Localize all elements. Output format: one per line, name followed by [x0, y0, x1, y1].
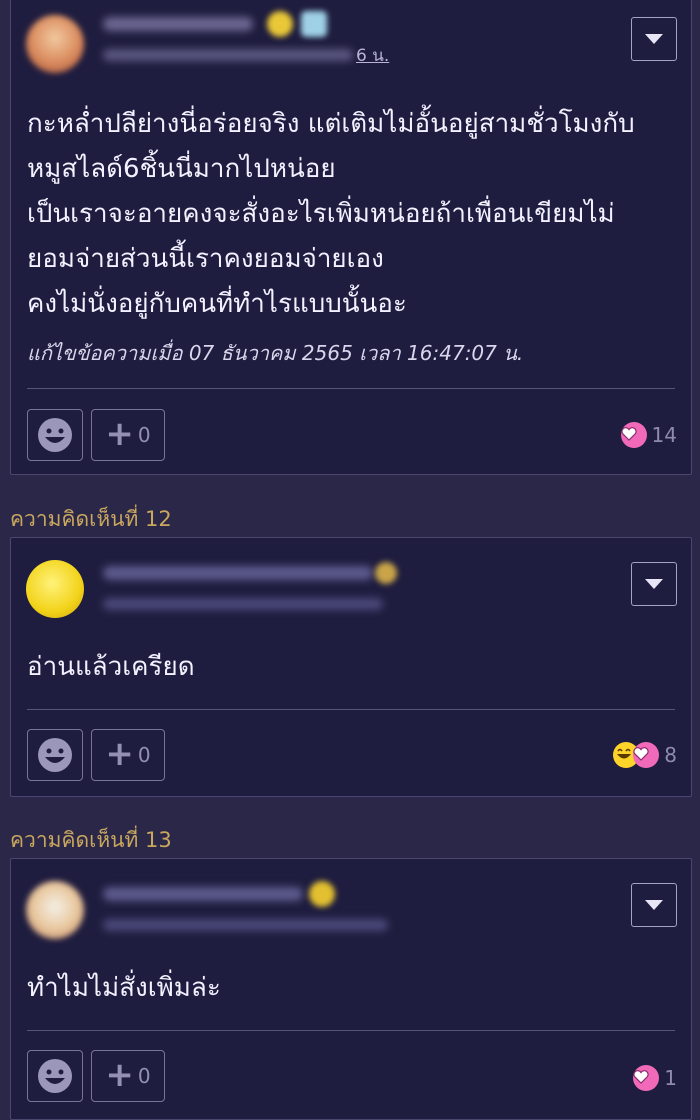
plus-count: 0	[137, 743, 151, 767]
author-name-blurred	[103, 887, 303, 901]
plus-vote-button[interactable]: + 0	[91, 729, 165, 781]
comment-number-label: ความคิดเห็นที่ 12	[10, 507, 172, 531]
reaction-summary[interactable]: 8	[613, 740, 677, 770]
comment-line: ยอมจ่ายส่วนนี้เราคงยอมจ่ายเอง	[27, 244, 384, 274]
comment-card: 6 น. กะหล่ำปลีย่างนี่อร่อยจริง แต่เติมไม…	[10, 0, 692, 475]
chevron-down-icon	[645, 34, 663, 44]
heart-icon	[633, 1065, 660, 1091]
timestamp-fragment: 6 น.	[356, 46, 390, 66]
plus-count: 0	[137, 423, 151, 447]
comment-body: อ่านแล้วเครียด	[27, 645, 675, 690]
author-name-blurred	[103, 17, 253, 31]
comment-body: ทำไมไม่สั่งเพิ่มล่ะ	[27, 966, 675, 1011]
comment-body: กะหล่ำปลีย่างนี่อร่อยจริง แต่เติมไม่อั้น…	[27, 102, 675, 327]
member-badge-icon	[309, 881, 335, 907]
smile-icon	[38, 418, 72, 452]
avatar[interactable]	[26, 15, 84, 73]
emoji-react-button[interactable]	[27, 1050, 83, 1102]
comment-number-label: ความคิดเห็นที่ 13	[10, 828, 172, 852]
comment-line: คงไม่นั่งอยู่กับคนที่ทำไรแบบนั้นอะ	[27, 289, 407, 319]
author-name-blurred	[103, 566, 373, 580]
comment-line: อ่านแล้วเครียด	[27, 652, 195, 682]
plus-count: 0	[137, 1064, 151, 1088]
comment-line: หมูสไลด์6ชิ้นนี่มากไปหน่อย	[27, 154, 336, 184]
emoji-react-button[interactable]	[27, 409, 83, 461]
plus-icon: +	[105, 1054, 134, 1095]
avatar[interactable]	[26, 560, 84, 618]
reaction-count: 1	[664, 1066, 677, 1090]
comment-card: ทำไมไม่สั่งเพิ่มล่ะ + 0 1	[10, 858, 692, 1120]
smile-icon	[38, 1059, 72, 1093]
smile-icon	[38, 738, 72, 772]
heart-icon	[633, 742, 660, 768]
comment-menu-button[interactable]	[631, 17, 677, 61]
member-badge-icon	[267, 11, 293, 37]
comment-line: เป็นเราจะอายคงจะสั่งอะไรเพิ่มหน่อยถ้าเพื…	[27, 199, 615, 229]
reaction-summary[interactable]: 1	[633, 1063, 677, 1093]
plus-icon: +	[105, 413, 134, 454]
reaction-count: 8	[664, 743, 677, 767]
comment-line: กะหล่ำปลีย่างนี่อร่อยจริง แต่เติมไม่อั้น…	[27, 109, 635, 139]
comment-menu-button[interactable]	[631, 562, 677, 606]
plus-vote-button[interactable]: + 0	[91, 409, 165, 461]
edited-note: แก้ไขข้อความเมื่อ 07 ธันวาคม 2565 เวลา 1…	[27, 341, 524, 365]
chevron-down-icon	[645, 579, 663, 589]
timestamp-blurred	[103, 919, 388, 931]
divider	[27, 709, 675, 710]
timestamp-blurred	[103, 49, 353, 61]
emoji-react-button[interactable]	[27, 729, 83, 781]
plus-icon: +	[105, 733, 134, 774]
member-badge-icon	[375, 562, 397, 584]
avatar[interactable]	[26, 881, 84, 939]
member-badge-icon	[301, 11, 327, 37]
heart-icon	[620, 422, 647, 448]
reaction-summary[interactable]: 14	[620, 420, 677, 450]
timestamp-blurred	[103, 598, 383, 610]
divider	[27, 1030, 675, 1031]
chevron-down-icon	[645, 900, 663, 910]
divider	[27, 388, 675, 389]
plus-vote-button[interactable]: + 0	[91, 1050, 165, 1102]
reaction-count: 14	[651, 423, 677, 447]
comment-line: ทำไมไม่สั่งเพิ่มล่ะ	[27, 973, 221, 1003]
comment-menu-button[interactable]	[631, 883, 677, 927]
comment-card: อ่านแล้วเครียด + 0 8	[10, 537, 692, 797]
